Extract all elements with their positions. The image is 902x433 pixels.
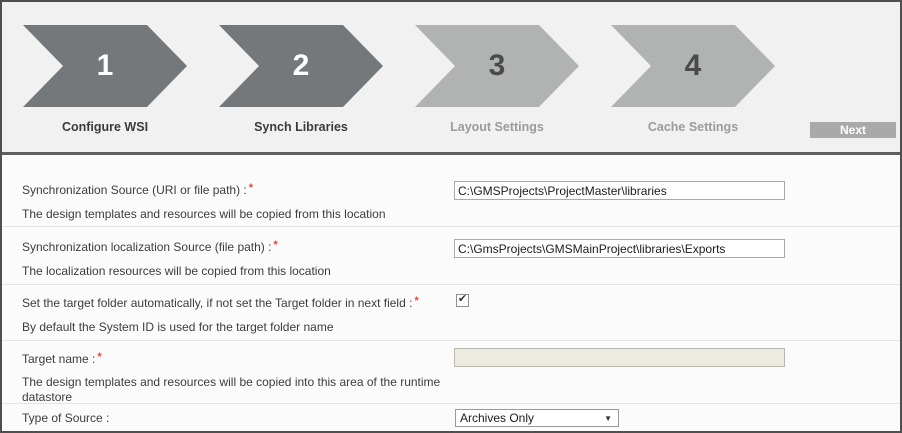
sync-source-row: Synchronization Source (URI or file path… [2, 155, 900, 227]
wizard-step-1[interactable]: 1 Configure WSI [23, 25, 187, 134]
target-name-description: The design templates and resources will … [22, 375, 467, 405]
step-3-number: 3 [489, 51, 506, 81]
type-of-source-row: Type of Source : Archives Only ▼ [2, 404, 900, 431]
localization-source-description: The localization resources will be copie… [22, 264, 900, 278]
required-marker: * [249, 182, 253, 194]
step-3-chevron-icon: 3 [415, 25, 579, 107]
sync-source-label-text: Synchronization Source (URI or file path… [22, 183, 247, 197]
required-marker: * [273, 239, 277, 251]
wizard-step-4[interactable]: 4 Cache Settings [611, 25, 775, 134]
next-button[interactable]: Next [810, 122, 896, 138]
localization-source-row: Synchronization localization Source (fil… [2, 227, 900, 285]
sync-wizard-window: 1 Configure WSI 2 Synch Libraries 3 Layo… [0, 0, 902, 433]
localization-source-label-text: Synchronization localization Source (fil… [22, 240, 271, 254]
step-4-chevron-icon: 4 [611, 25, 775, 107]
type-of-source-select[interactable]: Archives Only ▼ [455, 409, 619, 427]
step-4-number: 4 [685, 51, 702, 81]
target-name-label-text: Target name : [22, 352, 95, 366]
step-2-chevron-icon: 2 [219, 25, 383, 107]
wizard-step-2[interactable]: 2 Synch Libraries [219, 25, 383, 134]
sync-settings-form: Synchronization Source (URI or file path… [2, 155, 900, 431]
type-of-source-selected-value: Archives Only [460, 411, 604, 425]
wizard-step-3[interactable]: 3 Layout Settings [415, 25, 579, 134]
required-marker: * [414, 295, 418, 307]
step-1-chevron-icon: 1 [23, 25, 187, 107]
sync-source-input[interactable] [454, 181, 785, 200]
auto-target-folder-checkbox[interactable]: ✔ [456, 294, 469, 307]
checkmark-icon: ✔ [458, 294, 467, 305]
localization-source-input[interactable] [454, 239, 785, 258]
step-1-number: 1 [97, 51, 114, 81]
target-name-row: Target name :* The design templates and … [2, 341, 900, 404]
auto-target-folder-description: By default the System ID is used for the… [22, 320, 900, 334]
step-4-label: Cache Settings [611, 120, 775, 134]
auto-target-folder-label-text: Set the target folder automatically, if … [22, 296, 412, 310]
target-name-input [454, 348, 785, 367]
step-3-label: Layout Settings [415, 120, 579, 134]
type-of-source-label-text: Type of Source : [22, 411, 109, 425]
wizard-steps: 1 Configure WSI 2 Synch Libraries 3 Layo… [23, 25, 807, 134]
step-1-label: Configure WSI [23, 120, 187, 134]
step-2-label: Synch Libraries [219, 120, 383, 134]
dropdown-arrow-icon: ▼ [604, 414, 612, 423]
required-marker: * [97, 351, 101, 363]
auto-target-folder-row: Set the target folder automatically, if … [2, 285, 900, 341]
step-2-number: 2 [293, 51, 310, 81]
wizard-header: 1 Configure WSI 2 Synch Libraries 3 Layo… [2, 2, 900, 152]
sync-source-description: The design templates and resources will … [22, 207, 900, 221]
